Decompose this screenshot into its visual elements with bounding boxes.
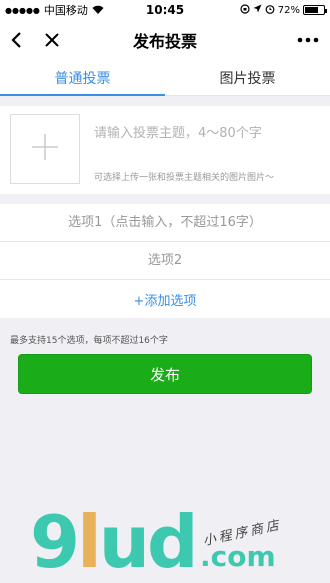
watermark-digit-b: l: [77, 500, 102, 583]
status-right: 72%: [240, 3, 327, 17]
wifi-icon: [92, 4, 104, 17]
options-tip: 最多支持15个选项，每项不超过16个字: [10, 336, 168, 346]
more-dots-icon[interactable]: [296, 28, 320, 52]
vote-type-tabs: 普通投票 图片投票: [0, 60, 330, 96]
rotation-lock-icon: [240, 3, 250, 17]
nav-bar: 发布投票: [0, 20, 330, 60]
option-row: [0, 242, 330, 280]
watermark-com-text: .com: [200, 540, 276, 573]
status-left: ●●●●● 中国移动: [5, 2, 104, 18]
topic-input[interactable]: [94, 126, 324, 141]
tab-image-vote[interactable]: 图片投票: [165, 60, 330, 95]
status-bar: ●●●●● 中国移动 10:45 72%: [0, 0, 330, 20]
submit-button[interactable]: 发布: [18, 354, 312, 394]
watermark-digit-c: ud: [98, 500, 199, 583]
tab-normal-vote[interactable]: 普通投票: [0, 60, 165, 96]
topic-section: 可选择上传一张和投票主题相关的图片图片～: [0, 106, 330, 194]
plus-icon: [31, 133, 59, 165]
watermark-digit-a: 9: [30, 500, 80, 583]
topic-hint: 可选择上传一张和投票主题相关的图片图片～: [94, 173, 275, 183]
battery-percent: 72%: [277, 4, 300, 16]
battery-icon: [303, 5, 327, 15]
option-row: [0, 204, 330, 242]
signal-icon: ●●●●●: [5, 5, 40, 15]
option-1-input[interactable]: [0, 215, 330, 230]
watermark-logo: 9lud: [30, 506, 199, 578]
chevron-left-icon[interactable]: [4, 28, 28, 52]
options-list: +添加选项: [0, 204, 330, 318]
location-icon: [253, 4, 262, 16]
carrier-label: 中国移动: [43, 4, 88, 17]
option-2-input[interactable]: [0, 253, 330, 268]
add-option-button[interactable]: +添加选项: [0, 280, 330, 318]
alarm-icon: [265, 4, 275, 17]
upload-image-button[interactable]: [10, 114, 80, 184]
close-icon[interactable]: [40, 28, 64, 52]
battery-fill: [305, 7, 318, 13]
